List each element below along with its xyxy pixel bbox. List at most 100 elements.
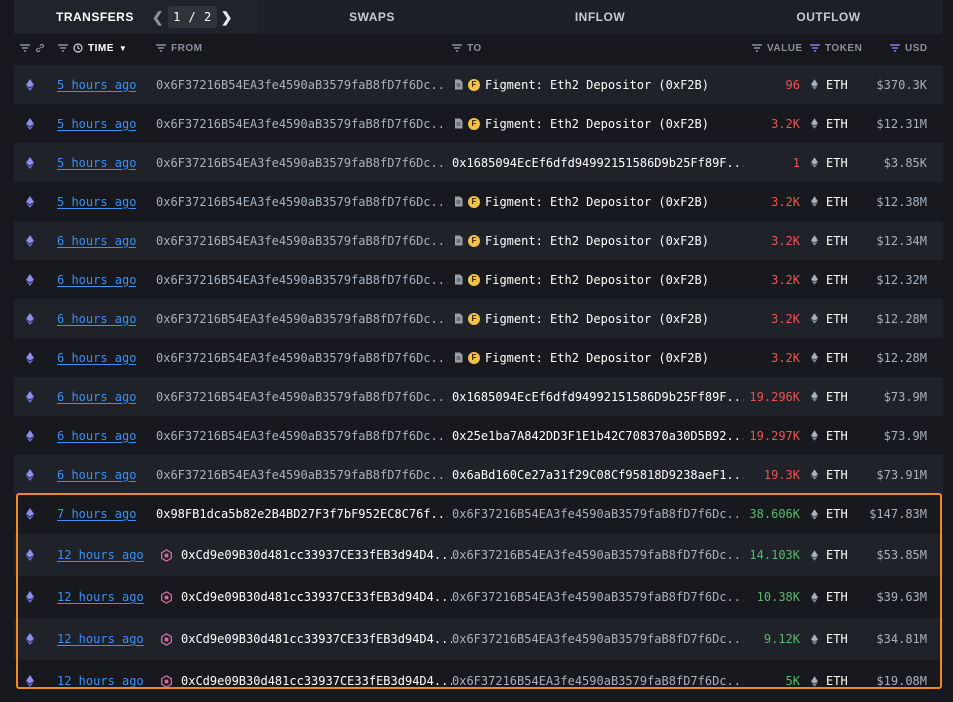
token-cell[interactable]: ETH	[811, 338, 848, 377]
from-address[interactable]: 0x6F37216B54EA3fe4590aB3579faB8fD7f6Dc..…	[156, 143, 448, 182]
token-cell[interactable]: ETH	[811, 534, 848, 576]
token-cell[interactable]: ETH	[811, 260, 848, 299]
table-row[interactable]: 5 hours ago 0x6F37216B54EA3fe4590aB3579fa…	[14, 65, 943, 104]
table-row[interactable]: 6 hours ago 0x6F37216B54EA3fe4590aB3579fa…	[14, 221, 943, 260]
column-time[interactable]: TIME ▼	[58, 34, 127, 62]
token-cell[interactable]: ETH	[811, 618, 848, 660]
token-cell[interactable]: ETH	[811, 494, 848, 534]
token-cell[interactable]: ETH	[811, 416, 848, 455]
to-address[interactable]: 0x6F37216B54EA3fe4590aB3579faB8fD7f6Dc..…	[452, 618, 744, 660]
table-row[interactable]: 12 hours ago 0xCd9e09B30d481cc33937CE33fE…	[14, 534, 943, 576]
table-row[interactable]: 12 hours ago 0xCd9e09B30d481cc33937CE33fE…	[14, 576, 943, 618]
token-cell[interactable]: ETH	[811, 65, 848, 104]
from-address[interactable]: 0x6F37216B54EA3fe4590aB3579faB8fD7f6Dc..…	[156, 65, 448, 104]
from-address[interactable]: 0x6F37216B54EA3fe4590aB3579faB8fD7f6Dc..…	[156, 455, 448, 494]
from-address[interactable]: 0x6F37216B54EA3fe4590aB3579faB8fD7f6Dc..…	[156, 260, 448, 299]
token-cell[interactable]: ETH	[811, 104, 848, 143]
table-row[interactable]: 6 hours ago 0x6F37216B54EA3fe4590aB3579fa…	[14, 260, 943, 299]
from-address[interactable]: 0xCd9e09B30d481cc33937CE33fEB3d94D4...	[160, 534, 452, 576]
from-address[interactable]: 0xCd9e09B30d481cc33937CE33fEB3d94D4...	[160, 576, 452, 618]
token-cell[interactable]: ETH	[811, 221, 848, 260]
from-address[interactable]: 0xCd9e09B30d481cc33937CE33fEB3d94D4...	[160, 618, 452, 660]
table-row[interactable]: 6 hours ago 0x6F37216B54EA3fe4590aB3579fa…	[14, 455, 943, 494]
from-address-text: 0x6F37216B54EA3fe4590aB3579faB8fD7f6Dc..…	[156, 194, 448, 209]
token-cell[interactable]: ETH	[811, 576, 848, 618]
time-link[interactable]: 5 hours ago	[57, 104, 136, 143]
column-from[interactable]: FROM	[156, 34, 202, 62]
time-link[interactable]: 6 hours ago	[57, 221, 136, 260]
from-address-text: 0x6F37216B54EA3fe4590aB3579faB8fD7f6Dc..…	[156, 350, 448, 365]
table-row[interactable]: 6 hours ago 0x6F37216B54EA3fe4590aB3579fa…	[14, 338, 943, 377]
tab-inflow[interactable]: INFLOW	[486, 0, 714, 34]
time-link[interactable]: 12 hours ago	[57, 618, 144, 660]
from-address[interactable]: 0x6F37216B54EA3fe4590aB3579faB8fD7f6Dc..…	[156, 299, 448, 338]
to-address[interactable]: 0x1685094EcEf6dfd94992151586D9b25Ff89F..…	[452, 377, 744, 416]
from-address[interactable]: 0x6F37216B54EA3fe4590aB3579faB8fD7f6Dc..…	[156, 104, 448, 143]
token-cell[interactable]: ETH	[811, 455, 848, 494]
to-address[interactable]: F Figment: Eth2 Depositor (0xF2B)	[454, 338, 746, 377]
sort-desc-icon: ▼	[118, 43, 128, 53]
token-cell[interactable]: ETH	[811, 660, 848, 702]
from-address[interactable]: 0xCd9e09B30d481cc33937CE33fEB3d94D4...	[160, 660, 452, 702]
figment-logo-icon: F	[468, 78, 480, 91]
column-to[interactable]: TO	[452, 34, 482, 62]
table-row[interactable]: 6 hours ago 0x6F37216B54EA3fe4590aB3579fa…	[14, 416, 943, 455]
to-address[interactable]: 0x6F37216B54EA3fe4590aB3579faB8fD7f6Dc..…	[452, 660, 744, 702]
time-link[interactable]: 6 hours ago	[57, 299, 136, 338]
tab-swaps[interactable]: SWAPS	[258, 0, 486, 34]
time-link[interactable]: 5 hours ago	[57, 65, 136, 104]
table-row[interactable]: 5 hours ago 0x6F37216B54EA3fe4590aB3579fa…	[14, 143, 943, 182]
table-row[interactable]: 6 hours ago 0x6F37216B54EA3fe4590aB3579fa…	[14, 299, 943, 338]
token-cell[interactable]: ETH	[811, 182, 848, 221]
to-address[interactable]: 0x1685094EcEf6dfd94992151586D9b25Ff89F..…	[452, 143, 744, 182]
time-link[interactable]: 6 hours ago	[57, 455, 136, 494]
token-cell[interactable]: ETH	[811, 143, 848, 182]
token-cell[interactable]: ETH	[811, 377, 848, 416]
time-link[interactable]: 5 hours ago	[57, 143, 136, 182]
table-row[interactable]: 6 hours ago 0x6F37216B54EA3fe4590aB3579fa…	[14, 377, 943, 416]
to-address[interactable]: F Figment: Eth2 Depositor (0xF2B)	[454, 260, 746, 299]
from-address[interactable]: 0x6F37216B54EA3fe4590aB3579faB8fD7f6Dc..…	[156, 221, 448, 260]
chevron-right-icon[interactable]: ❯	[217, 9, 237, 26]
to-address[interactable]: 0x6F37216B54EA3fe4590aB3579faB8fD7f6Dc..…	[452, 494, 744, 534]
column-usd-label: USD	[905, 42, 928, 54]
time-link[interactable]: 5 hours ago	[57, 182, 136, 221]
time-link[interactable]: 12 hours ago	[57, 576, 144, 618]
time-link[interactable]: 7 hours ago	[57, 494, 136, 534]
ethereum-icon	[26, 143, 38, 182]
table-row[interactable]: 7 hours ago 0x98FB1dca5b82e2B4BD27F3f7bF9…	[14, 494, 943, 534]
time-link[interactable]: 6 hours ago	[57, 338, 136, 377]
column-value[interactable]: VALUE	[752, 34, 803, 62]
from-address[interactable]: 0x98FB1dca5b82e2B4BD27F3f7bF952EC8C76f..…	[156, 494, 448, 534]
to-address[interactable]: F Figment: Eth2 Depositor (0xF2B)	[454, 65, 746, 104]
table-row[interactable]: 5 hours ago 0x6F37216B54EA3fe4590aB3579fa…	[14, 104, 943, 143]
to-address[interactable]: F Figment: Eth2 Depositor (0xF2B)	[454, 221, 746, 260]
time-link[interactable]: 12 hours ago	[57, 660, 144, 702]
to-address[interactable]: 0x6aBd160Ce27a31f29C08Cf95818D9238aeF1..…	[452, 455, 744, 494]
to-address[interactable]: 0x6F37216B54EA3fe4590aB3579faB8fD7f6Dc..…	[452, 534, 744, 576]
to-address[interactable]: F Figment: Eth2 Depositor (0xF2B)	[454, 299, 746, 338]
token-cell[interactable]: ETH	[811, 299, 848, 338]
to-address[interactable]: 0x6F37216B54EA3fe4590aB3579faB8fD7f6Dc..…	[452, 576, 744, 618]
tab-outflow[interactable]: OUTFLOW	[714, 0, 943, 34]
table-row[interactable]: 5 hours ago 0x6F37216B54EA3fe4590aB3579fa…	[14, 182, 943, 221]
pagination: ❮ 1 / 2 ❯	[148, 6, 237, 28]
time-link[interactable]: 6 hours ago	[57, 377, 136, 416]
chevron-left-icon[interactable]: ❮	[148, 9, 168, 26]
to-address[interactable]: 0x25e1ba7A842DD3F1E1b42C708370a30D5B92..…	[452, 416, 744, 455]
column-token[interactable]: TOKEN	[810, 34, 862, 62]
table-row[interactable]: 12 hours ago 0xCd9e09B30d481cc33937CE33fE…	[14, 618, 943, 660]
to-address[interactable]: F Figment: Eth2 Depositor (0xF2B)	[454, 104, 746, 143]
from-address[interactable]: 0x6F37216B54EA3fe4590aB3579faB8fD7f6Dc..…	[156, 338, 448, 377]
time-link[interactable]: 6 hours ago	[57, 260, 136, 299]
from-address[interactable]: 0x6F37216B54EA3fe4590aB3579faB8fD7f6Dc..…	[156, 182, 448, 221]
time-link[interactable]: 6 hours ago	[57, 416, 136, 455]
filter-link-column[interactable]	[20, 34, 45, 62]
from-address[interactable]: 0x6F37216B54EA3fe4590aB3579faB8fD7f6Dc..…	[156, 416, 448, 455]
tab-transfers[interactable]: TRANSFERS ❮ 1 / 2 ❯	[14, 0, 258, 34]
time-link[interactable]: 12 hours ago	[57, 534, 144, 576]
from-address[interactable]: 0x6F37216B54EA3fe4590aB3579faB8fD7f6Dc..…	[156, 377, 448, 416]
to-address[interactable]: F Figment: Eth2 Depositor (0xF2B)	[454, 182, 746, 221]
table-row[interactable]: 12 hours ago 0xCd9e09B30d481cc33937CE33fE…	[14, 660, 943, 702]
column-usd[interactable]: USD	[890, 34, 928, 62]
